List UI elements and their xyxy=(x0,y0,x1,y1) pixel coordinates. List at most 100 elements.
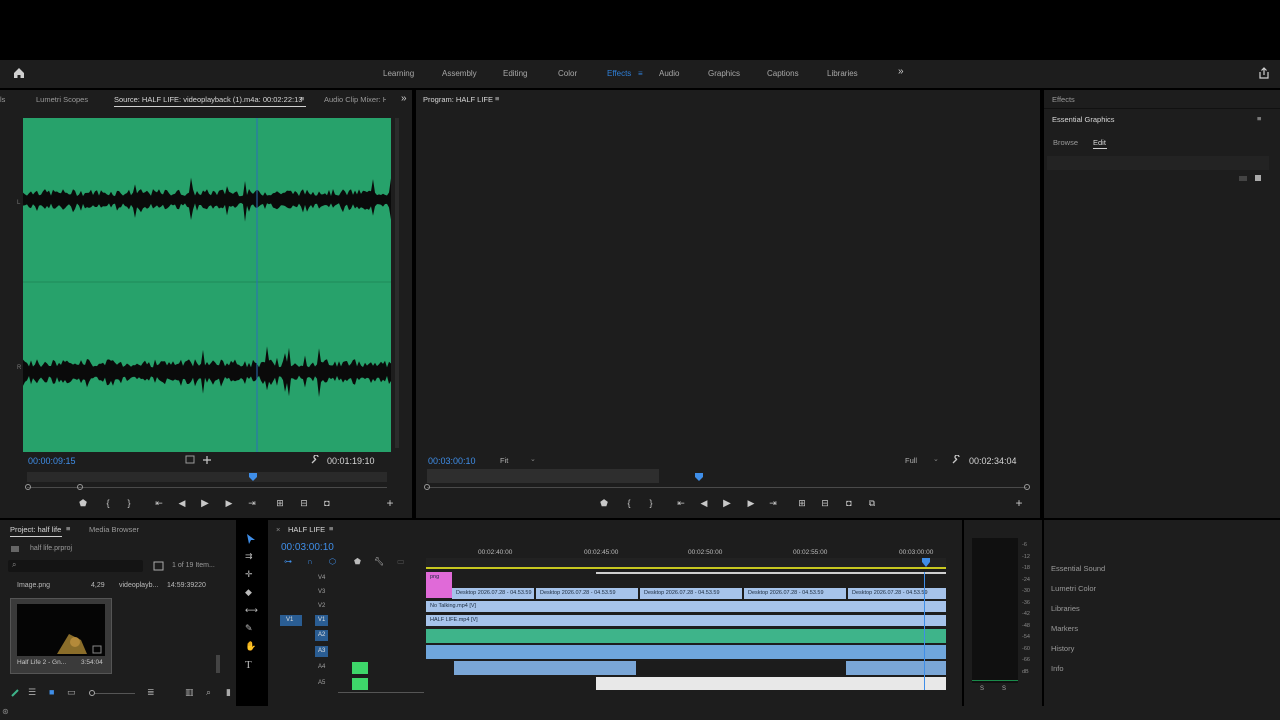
selection-tool-icon[interactable] xyxy=(244,532,258,546)
ripple-edit-tool-icon[interactable]: ✛ xyxy=(245,569,253,580)
program-export-frame-icon[interactable]: ◘ xyxy=(842,496,856,510)
audio-waveform[interactable] xyxy=(23,118,391,452)
drag-video-icon[interactable] xyxy=(202,455,212,465)
solo-right[interactable]: S xyxy=(1002,686,1006,692)
essential-graphics-menu-icon[interactable]: ≡ xyxy=(1257,114,1261,123)
add-marker-icon[interactable]: ⬟ xyxy=(76,496,90,510)
icon-view-icon[interactable]: ■ xyxy=(49,687,54,697)
workspace-menu-icon[interactable]: ≡ xyxy=(638,69,643,78)
panel-essential-sound[interactable]: Essential Sound xyxy=(1051,564,1105,573)
program-add-marker-icon[interactable]: ⬟ xyxy=(597,496,611,510)
tab-audio-clip-mixer[interactable]: Audio Clip Mixer: H xyxy=(324,95,386,104)
more-tabs-icon[interactable]: » xyxy=(401,93,407,104)
panel-history[interactable]: History xyxy=(1051,644,1074,653)
program-button-editor-icon[interactable]: + xyxy=(1012,496,1026,510)
track-a2-label[interactable]: A2 xyxy=(318,632,325,638)
track-a4-label[interactable]: A4 xyxy=(318,664,325,670)
zoom-slider[interactable] xyxy=(95,693,135,694)
workspace-captions[interactable]: Captions xyxy=(767,69,799,78)
find-icon[interactable]: ⌕ xyxy=(206,687,211,698)
workspace-graphics[interactable]: Graphics xyxy=(708,69,740,78)
workspace-color[interactable]: Color xyxy=(558,69,577,78)
track-v2-label[interactable]: V2 xyxy=(318,603,325,609)
audio-clip-a2[interactable] xyxy=(426,629,946,643)
panel-info[interactable]: Info xyxy=(1051,664,1064,673)
go-to-out-icon[interactable]: ⇥ xyxy=(245,496,259,510)
program-wrench-icon[interactable] xyxy=(951,455,961,465)
workspace-effects[interactable]: Effects xyxy=(607,69,631,78)
no-talking-clip[interactable]: No Talking.mp4 [V] xyxy=(426,601,946,612)
desktop-clip-1[interactable]: Desktop 2026.07.28 - 04.53.59 xyxy=(452,588,534,599)
hand-tool-icon[interactable]: ✋ xyxy=(245,641,256,652)
slip-tool-icon[interactable]: ⟷ xyxy=(245,605,258,616)
program-zoom-handle-left[interactable] xyxy=(424,484,430,490)
half-life-clip[interactable]: HALF LIFE.mp4 [V] xyxy=(426,615,946,626)
list-view-icon[interactable]: ☰ xyxy=(28,687,36,698)
mark-out-icon[interactable]: } xyxy=(122,496,136,510)
step-forward-icon[interactable]: ▶ xyxy=(222,496,236,510)
title-clip[interactable] xyxy=(596,572,946,574)
zoom-select[interactable]: Fit xyxy=(500,456,508,465)
share-icon[interactable] xyxy=(1257,66,1271,80)
tab-media-browser[interactable]: Media Browser xyxy=(89,525,139,534)
track-v3-label[interactable]: V3 xyxy=(318,589,325,595)
program-mark-out-icon[interactable]: } xyxy=(644,496,658,510)
pen-tool-icon[interactable]: ✎ xyxy=(245,623,253,634)
freeform-view-icon[interactable]: ▭ xyxy=(67,687,76,698)
source-scrollbar[interactable] xyxy=(395,118,399,448)
insert-clip-icon[interactable]: ⊞ xyxy=(273,496,287,510)
insert-icon[interactable] xyxy=(185,455,195,465)
timeline-tracks[interactable]: png Desktop 2026.07.28 - 04.53.59 Deskto… xyxy=(426,572,946,690)
project-menu-icon[interactable]: ≡ xyxy=(66,524,70,533)
track-a3-label[interactable]: A3 xyxy=(318,648,325,654)
timeline-zoom-scroll[interactable] xyxy=(338,692,424,693)
workspace-assembly[interactable]: Assembly xyxy=(442,69,477,78)
program-playhead-marker[interactable] xyxy=(694,473,704,481)
workspace-libraries[interactable]: Libraries xyxy=(827,69,858,78)
timeline-ruler[interactable] xyxy=(426,558,946,567)
tab-lumetri-scopes[interactable]: Lumetri Scopes xyxy=(36,95,88,104)
mute-button-a5[interactable] xyxy=(352,678,368,690)
tab-edit[interactable]: Edit xyxy=(1093,138,1106,147)
new-item-icon[interactable]: ▮ xyxy=(226,687,231,698)
source-menu-icon[interactable]: ≡ xyxy=(300,94,304,103)
tab-source[interactable]: Source: HALF LIFE: videoplayback (1).m4a… xyxy=(114,95,302,104)
new-layer-icon[interactable] xyxy=(1253,174,1263,182)
overwrite-clip-icon[interactable]: ⊟ xyxy=(297,496,311,510)
workspace-audio[interactable]: Audio xyxy=(659,69,679,78)
column-name[interactable]: Image.png xyxy=(17,582,50,589)
essential-graphics-title[interactable]: Essential Graphics xyxy=(1052,115,1115,124)
program-title[interactable]: Program: HALF LIFE xyxy=(423,95,493,104)
graphic-clip[interactable]: png xyxy=(426,572,452,598)
go-to-in-icon[interactable]: ⇤ xyxy=(152,496,166,510)
add-marker-tl-icon[interactable]: ⬡ xyxy=(329,557,336,566)
source-v1-label[interactable]: V1 xyxy=(286,617,293,623)
project-search-input[interactable] xyxy=(8,560,143,572)
source-time-ruler[interactable] xyxy=(27,472,387,482)
program-current-timecode[interactable]: 00:03:00:10 xyxy=(428,456,476,466)
linked-selection-icon[interactable]: ∩ xyxy=(307,557,313,566)
source-playhead-marker[interactable] xyxy=(248,473,258,481)
program-step-forward-icon[interactable]: ▶ xyxy=(744,496,758,510)
workspace-learning[interactable]: Learning xyxy=(383,69,414,78)
zoom-dropdown-icon[interactable]: ⌄ xyxy=(530,455,536,463)
desktop-clip-5[interactable]: Desktop 2026.07.28 - 04.53.59 xyxy=(848,588,946,599)
program-zoom-handle-right[interactable] xyxy=(1024,484,1030,490)
panel-lumetri-color[interactable]: Lumetri Color xyxy=(1051,584,1096,593)
automate-icon[interactable]: ▥ xyxy=(185,687,194,698)
sort-icon[interactable]: ≣ xyxy=(147,687,155,698)
tab-browse[interactable]: Browse xyxy=(1053,138,1078,147)
tab-sequence[interactable]: HALF LIFE xyxy=(288,525,325,534)
desktop-clip-4[interactable]: Desktop 2026.07.28 - 04.53.59 xyxy=(744,588,846,599)
tab-effects[interactable]: Effects xyxy=(1052,95,1075,104)
program-mark-in-icon[interactable]: { xyxy=(622,496,636,510)
mark-in-icon[interactable]: { xyxy=(101,496,115,510)
zoom-handle-left[interactable] xyxy=(25,484,31,490)
extract-icon[interactable]: ⊟ xyxy=(818,496,832,510)
close-sequence-icon[interactable]: × xyxy=(276,525,280,534)
workspace-editing[interactable]: Editing xyxy=(503,69,527,78)
program-zoom-bar[interactable] xyxy=(427,487,1027,488)
program-menu-icon[interactable]: ≡ xyxy=(495,94,499,103)
wrench-icon[interactable] xyxy=(310,455,320,465)
desktop-clip-2[interactable]: Desktop 2026.07.28 - 04.53.59 xyxy=(536,588,638,599)
